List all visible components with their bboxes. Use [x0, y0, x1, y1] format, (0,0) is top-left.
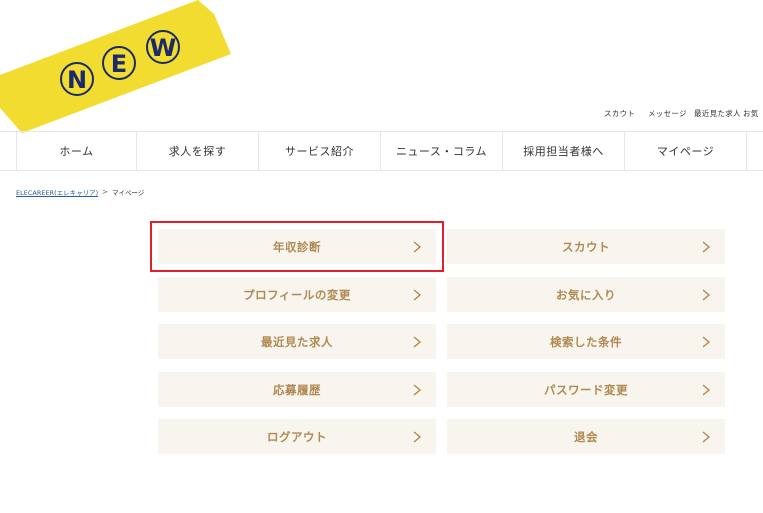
badge-letter-w: W [150, 34, 176, 62]
breadcrumb: ELECAREER(エレキャリア) > マイページ [16, 187, 144, 197]
menu-label: 応募履歴 [273, 382, 321, 397]
nav-services[interactable]: サービス紹介 [259, 132, 381, 170]
ribbon-shape [0, 0, 231, 133]
chevron-right-icon [702, 430, 711, 443]
top-link-recent-jobs[interactable]: 最近見た求人 [694, 108, 743, 119]
breadcrumb-home-link[interactable]: ELECAREER(エレキャリア) [16, 187, 98, 197]
chevron-right-icon [702, 288, 711, 301]
top-link-scout[interactable]: スカウト [604, 108, 648, 119]
global-nav: ホーム 求人を探す サービス紹介 ニュース・コラム 採用担当者様へ マイページ [0, 131, 763, 171]
menu-withdraw[interactable]: 退会 [447, 419, 725, 454]
menu-recent-jobs[interactable]: 最近見た求人 [158, 324, 436, 359]
menu-profile-edit[interactable]: プロフィールの変更 [158, 277, 436, 312]
menu-label: 最近見た求人 [261, 334, 333, 349]
menu-label: パスワード変更 [544, 382, 628, 397]
chevron-right-icon [413, 240, 422, 253]
breadcrumb-separator: > [102, 188, 109, 196]
chevron-right-icon [413, 288, 422, 301]
menu-label: お気に入り [556, 287, 616, 302]
chevron-right-icon [702, 383, 711, 396]
chevron-right-icon [413, 335, 422, 348]
menu-application-history[interactable]: 応募履歴 [158, 372, 436, 407]
menu-logout[interactable]: ログアウト [158, 419, 436, 454]
chevron-right-icon [702, 240, 711, 253]
menu-scout[interactable]: スカウト [447, 229, 725, 264]
menu-label: 検索した条件 [550, 334, 622, 349]
menu-income-diagnosis[interactable]: 年収診断 [158, 229, 436, 264]
menu-favorites[interactable]: お気に入り [447, 277, 725, 312]
menu-label: プロフィールの変更 [243, 287, 351, 302]
menu-label: 年収診断 [273, 239, 321, 254]
top-links: スカウト メッセージ 最近見た求人 お気 [604, 108, 763, 119]
breadcrumb-current: マイページ [112, 189, 145, 197]
nav-mypage[interactable]: マイページ [625, 132, 747, 170]
chevron-right-icon [702, 335, 711, 348]
chevron-right-icon [413, 383, 422, 396]
nav-news-column[interactable]: ニュース・コラム [381, 132, 503, 170]
badge-letter-e: E [111, 50, 127, 78]
nav-for-recruiters[interactable]: 採用担当者様へ [503, 132, 625, 170]
new-badge-letters: N E W [60, 30, 180, 96]
menu-label: 退会 [574, 429, 598, 444]
new-badge-ribbon: N E W [0, 0, 231, 133]
top-link-message[interactable]: メッセージ [648, 108, 694, 119]
menu-saved-searches[interactable]: 検索した条件 [447, 324, 725, 359]
chevron-right-icon [413, 430, 422, 443]
nav-job-search[interactable]: 求人を探す [137, 132, 259, 170]
badge-letter-n: N [67, 66, 87, 94]
menu-label: ログアウト [267, 429, 327, 444]
menu-change-password[interactable]: パスワード変更 [447, 372, 725, 407]
top-link-favorites[interactable]: お気 [743, 108, 759, 119]
nav-home[interactable]: ホーム [16, 132, 137, 170]
menu-label: スカウト [562, 239, 610, 254]
